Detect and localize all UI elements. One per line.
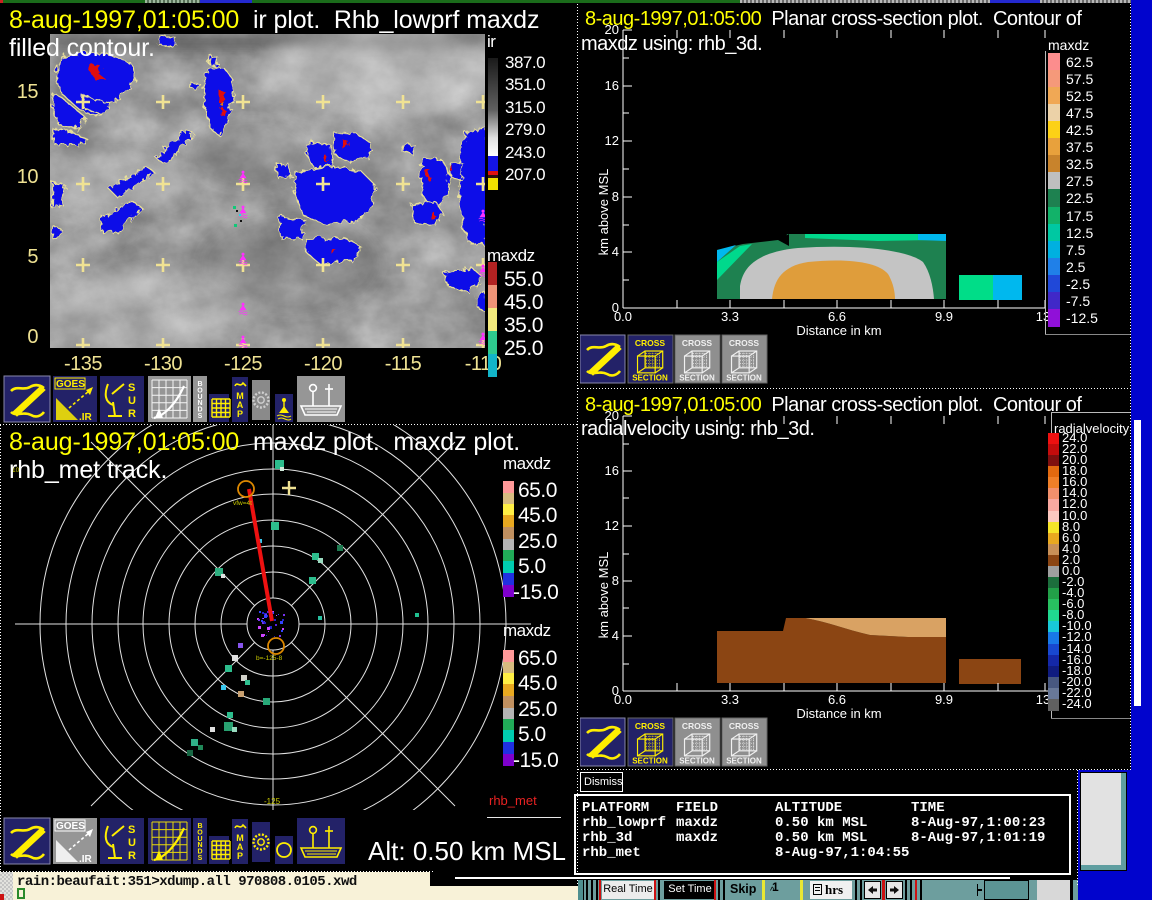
svg-text:SECTION: SECTION: [726, 374, 762, 383]
svg-text:8: 8: [612, 189, 619, 204]
svg-text:GOES: GOES: [56, 379, 85, 390]
svg-text:U: U: [128, 395, 136, 407]
svg-text:16: 16: [605, 463, 619, 478]
svg-text:Distance in km: Distance in km: [796, 706, 881, 721]
svg-text:GOES: GOES: [56, 821, 85, 832]
svg-text:12: 12: [605, 133, 619, 148]
svg-text:CROSS: CROSS: [682, 721, 713, 731]
svg-text:4: 4: [612, 244, 619, 259]
svg-text:S: S: [198, 413, 203, 420]
svg-text:0.0: 0.0: [614, 309, 632, 324]
svg-text:S: S: [198, 855, 203, 862]
svg-text:CROSS: CROSS: [729, 338, 760, 348]
svg-text:SECTION: SECTION: [632, 374, 668, 383]
svg-text:P: P: [237, 851, 243, 861]
svg-text:SECTION: SECTION: [726, 757, 762, 766]
svg-text:S: S: [128, 824, 135, 836]
svg-text:3.3: 3.3: [721, 692, 739, 707]
svg-text:9.9: 9.9: [935, 692, 953, 707]
svg-text:SECTION: SECTION: [679, 374, 715, 383]
svg-text:CROSS: CROSS: [635, 721, 666, 731]
svg-text:km above MSL: km above MSL: [596, 552, 611, 639]
svg-text:6.6: 6.6: [828, 309, 846, 324]
svg-text:km above MSL: km above MSL: [596, 169, 611, 256]
svg-text:R: R: [128, 408, 136, 420]
svg-text:R: R: [128, 850, 136, 862]
svg-text:SECTION: SECTION: [632, 757, 668, 766]
svg-text:3.3: 3.3: [721, 309, 739, 324]
svg-text:0.0: 0.0: [614, 692, 632, 707]
svg-text:4: 4: [612, 628, 619, 643]
svg-text:.IR: .IR: [79, 412, 93, 423]
svg-text:CROSS: CROSS: [635, 338, 666, 348]
svg-text:CROSS: CROSS: [682, 338, 713, 348]
svg-text:-125: -125: [264, 797, 281, 806]
svg-text:vfw=4t: vfw=4t: [233, 500, 252, 507]
svg-text:CROSS: CROSS: [729, 721, 760, 731]
svg-text:Distance in km: Distance in km: [796, 323, 881, 338]
svg-text:6.6: 6.6: [828, 692, 846, 707]
svg-text:S: S: [128, 382, 135, 394]
svg-text:16: 16: [605, 78, 619, 93]
svg-text:12: 12: [605, 518, 619, 533]
svg-text:P: P: [237, 409, 243, 419]
svg-text:b=-125-8: b=-125-8: [256, 655, 283, 662]
svg-text:U: U: [128, 837, 136, 849]
svg-text:SECTION: SECTION: [679, 757, 715, 766]
svg-text:8: 8: [612, 573, 619, 588]
svg-text:9.9: 9.9: [935, 309, 953, 324]
svg-text:.IR: .IR: [79, 854, 93, 865]
